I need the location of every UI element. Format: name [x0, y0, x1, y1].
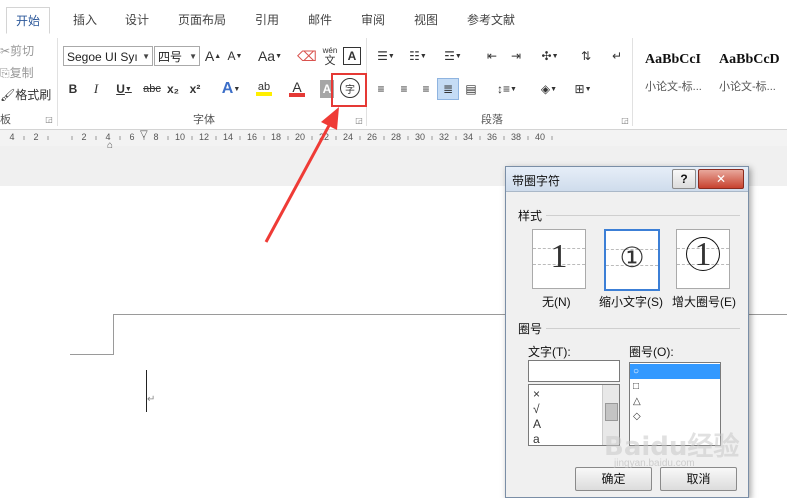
style-shrink-label[interactable]: 缩小文字(S)	[599, 293, 663, 310]
section-divider	[546, 328, 740, 329]
list-item[interactable]: a	[533, 432, 540, 445]
close-button[interactable]: ✕	[698, 169, 744, 189]
list-item[interactable]: ◇	[633, 409, 641, 424]
list-item-selected[interactable]: ○	[630, 364, 720, 379]
ok-button[interactable]: 确定	[575, 467, 652, 491]
scrollbar-thumb[interactable]	[605, 403, 618, 421]
cancel-button[interactable]: 取消	[660, 467, 737, 491]
help-button[interactable]: ?	[672, 169, 696, 189]
ring-label: 圈号(O):	[629, 345, 674, 359]
list-item[interactable]: □	[633, 379, 639, 394]
style-none-label[interactable]: 无(N)	[542, 293, 571, 310]
dialog-title-bar: 带圈字符 ? ✕	[506, 167, 748, 192]
list-item[interactable]: √	[533, 402, 540, 417]
text-label: 文字(T):	[528, 345, 571, 359]
text-input[interactable]	[528, 360, 620, 382]
style-option-enlarge-symbol[interactable]: 1	[676, 229, 730, 289]
watermark-url: jingyan.baidu.com	[614, 458, 695, 469]
enclosure-section-label: 圈号	[518, 322, 543, 336]
dialog-title: 带圈字符	[512, 174, 561, 188]
style-option-none[interactable]: 1	[532, 229, 586, 289]
style-section-label: 样式	[518, 209, 543, 223]
style-enlarge-label[interactable]: 增大圈号(E)	[672, 293, 736, 310]
section-divider	[546, 215, 740, 216]
list-item[interactable]: ×	[533, 387, 540, 402]
list-item[interactable]: A	[533, 417, 541, 432]
style-option-shrink-text[interactable]: ①	[604, 229, 660, 291]
list-item[interactable]: △	[633, 394, 641, 409]
